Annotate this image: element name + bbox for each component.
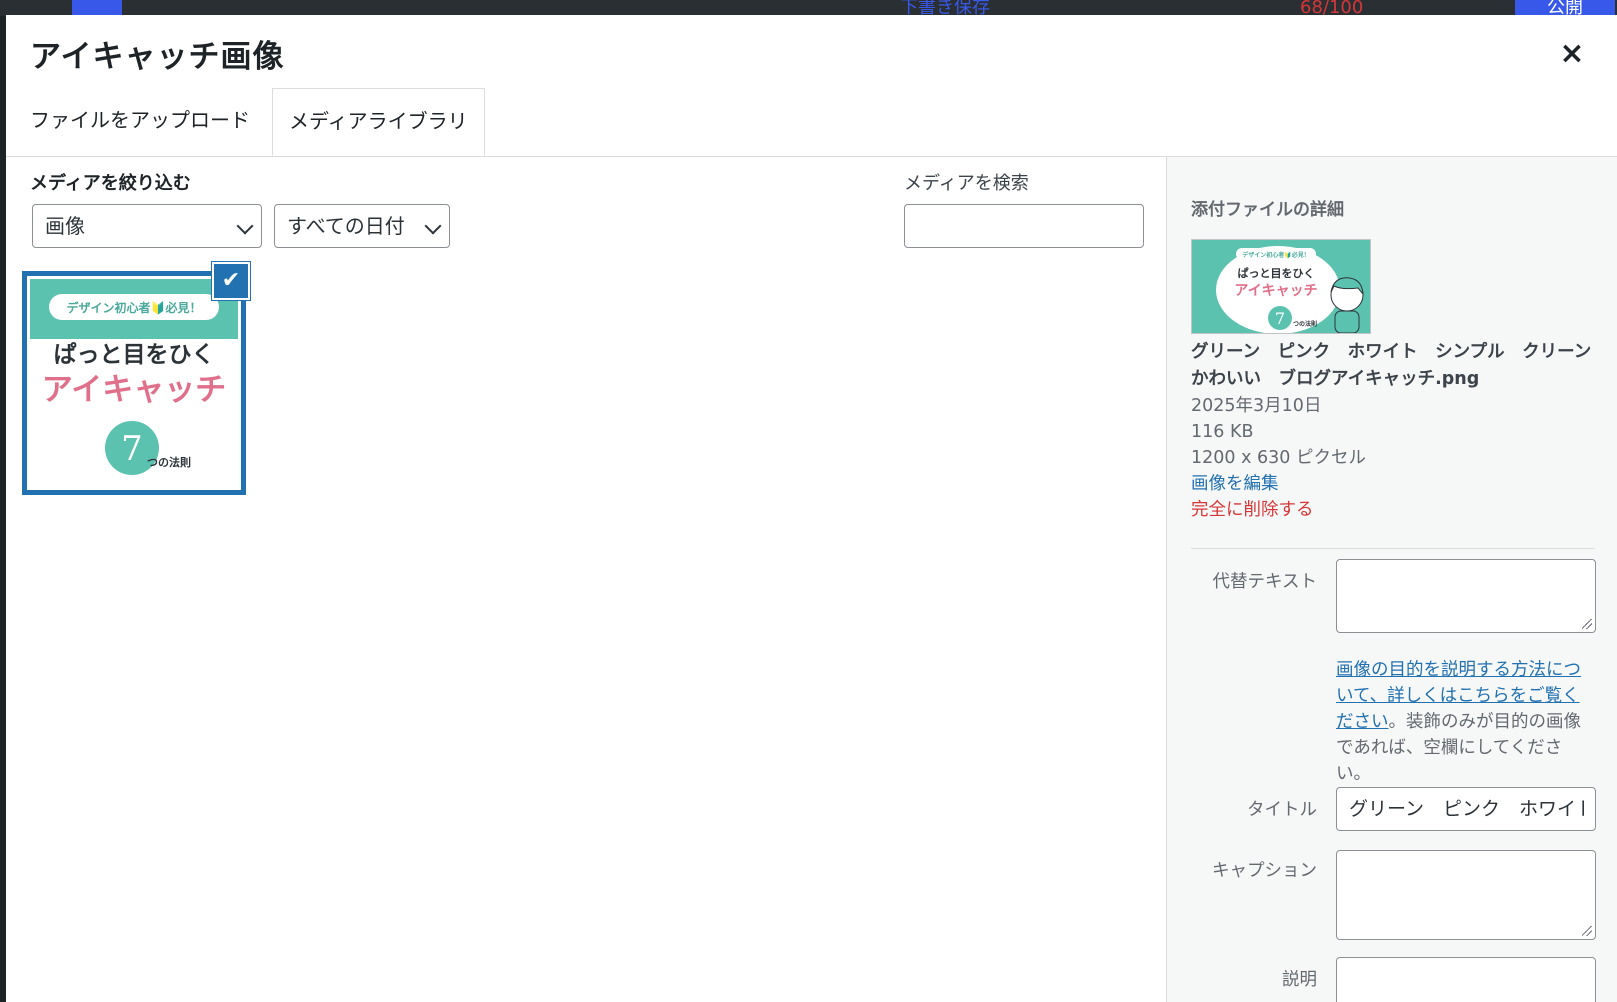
seo-score: 68/100 (1300, 0, 1364, 16)
modal-title: アイキャッチ画像 (30, 39, 285, 75)
media-search-input[interactable] (904, 204, 1144, 248)
title-label: タイトル (1247, 800, 1317, 820)
thumb-number-text: 7 (121, 429, 143, 469)
attachment-thumbnail[interactable]: デザイン初心者🔰必見！ ぱっと目をひく アイキャッチ 7 つの法則 (23, 272, 245, 494)
editor-toolbar-background: 下書き保存 68/100 公開 (0, 0, 1617, 16)
details-filename: グリーン ピンク ホワイト シンプル クリーン かわいい ブログアイキャッチ.p… (1191, 342, 1609, 389)
title-value: グリーン ピンク ホワイト シンプル クリーン かわいい ブログアイキャッチ (1349, 798, 1584, 820)
add-block-button (72, 0, 122, 16)
edit-image-link[interactable]: 画像を編集 (1191, 471, 1279, 498)
description-textarea[interactable] (1336, 957, 1596, 1002)
media-modal: アイキャッチ画像 × ファイルをアップロード メディアライブラリ メディアを絞り… (6, 15, 1617, 1002)
details-thumb-banner: デザイン初心者🔰必見！ (1242, 251, 1309, 259)
tab-media-library[interactable]: メディアライブラリ (272, 88, 485, 156)
details-thumbnail: デザイン初心者🔰必見！ ぱっと目をひく アイキャッチ 7 つの法則 (1191, 239, 1371, 334)
details-dimensions: 1200 x 630 ピクセル (1191, 448, 1366, 468)
selected-check-icon[interactable]: ✔ (212, 262, 250, 300)
media-type-select[interactable]: 画像 (32, 204, 262, 248)
details-heading: 添付ファイルの詳細 (1191, 200, 1344, 220)
caption-label: キャプション (1212, 861, 1317, 881)
delete-permanently-link[interactable]: 完全に削除する (1191, 497, 1314, 524)
thumb-banner-text: デザイン初心者🔰必見！ (67, 300, 202, 315)
eyecatch-thumbnail-image: デザイン初心者🔰必見！ ぱっと目をひく アイキャッチ 7 つの法則 (30, 279, 238, 487)
details-divider (1191, 548, 1595, 549)
filter-label: メディアを絞り込む (30, 173, 191, 194)
details-thumb-suffix: つの法則 (1293, 320, 1317, 328)
date-filter-select[interactable]: すべての日付 (274, 204, 450, 248)
details-thumb-number: 7 (1275, 309, 1285, 328)
details-thumb-line1: ぱっと目をひく (1238, 266, 1315, 280)
alt-text-textarea[interactable] (1336, 559, 1596, 633)
resize-handle-icon[interactable] (1582, 926, 1592, 936)
tab-upload-files[interactable]: ファイルをアップロード (14, 88, 266, 156)
details-file-size: 116 KB (1191, 422, 1254, 442)
caption-textarea[interactable] (1336, 850, 1596, 940)
resize-handle-icon[interactable] (1582, 619, 1592, 629)
media-type-value: 画像 (45, 214, 85, 238)
close-icon[interactable]: × (1557, 39, 1587, 69)
alt-text-label: 代替テキスト (1212, 572, 1317, 592)
save-draft-button: 下書き保存 (900, 0, 990, 16)
chevron-down-icon (236, 217, 254, 235)
thumb-line2-text: アイキャッチ (42, 372, 226, 408)
thumb-line1-text: ぱっと目をひく (54, 341, 215, 368)
date-filter-value: すべての日付 (287, 214, 405, 238)
details-thumbnail-image: デザイン初心者🔰必見！ ぱっと目をひく アイキャッチ 7 つの法則 (1192, 240, 1370, 334)
media-browser: メディアを絞り込む 画像 すべての日付 メディアを検索 デザイン初心者🔰必見！ … (6, 157, 1166, 1002)
publish-button: 公開 (1515, 0, 1615, 16)
thumb-suffix-text: つの法則 (147, 455, 191, 469)
search-label: メディアを検索 (904, 173, 1029, 194)
chevron-down-icon (424, 217, 442, 235)
description-label: 説明 (1282, 970, 1317, 990)
title-input[interactable]: グリーン ピンク ホワイト シンプル クリーン かわいい ブログアイキャッチ (1336, 787, 1596, 831)
details-thumb-line2: アイキャッチ (1234, 283, 1317, 299)
alt-text-help: 画像の目的を説明する方法について、詳しくはこちらをご覧ください。装飾のみが目的の… (1336, 657, 1594, 787)
modal-tabs: ファイルをアップロード メディアライブラリ (6, 88, 1617, 157)
details-upload-date: 2025年3月10日 (1191, 396, 1322, 416)
